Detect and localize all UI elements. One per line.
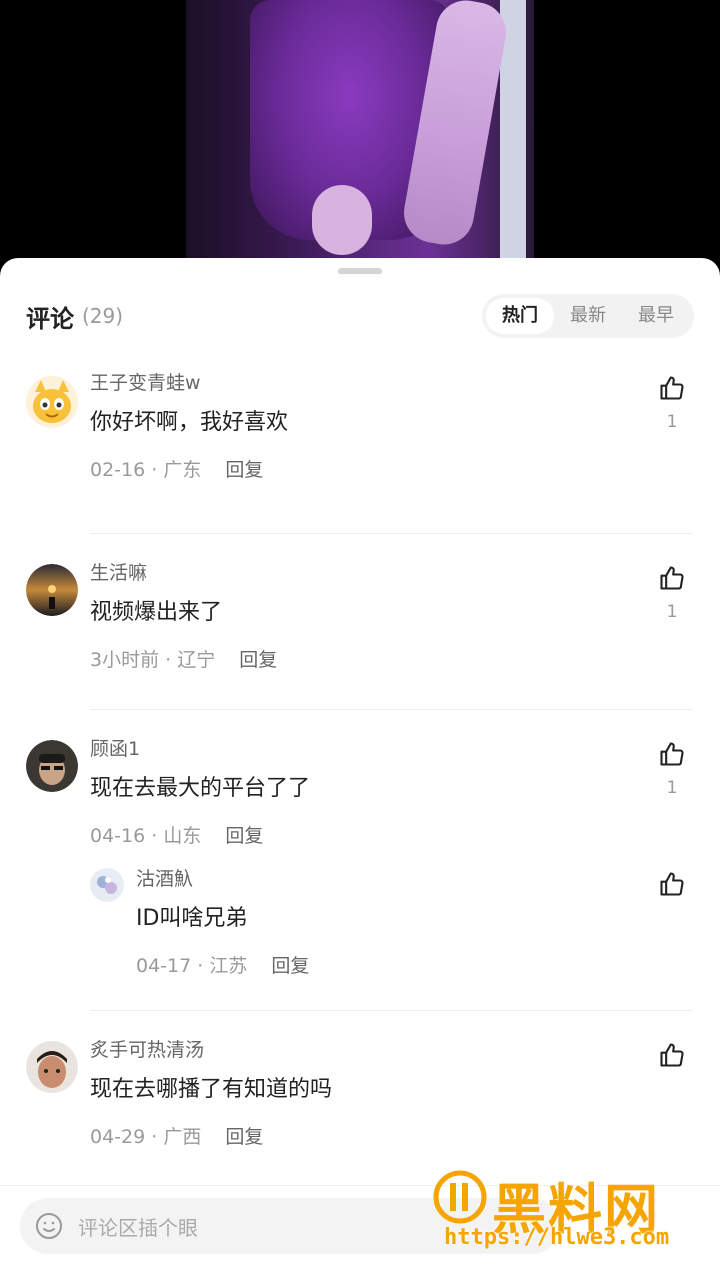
comment-meta: 3小时前 · 辽宁 回复 [90,646,630,674]
sort-switcher: 热门 最新 最早 [482,294,694,338]
comment-text[interactable]: 现在去最大的平台了了 [90,774,630,804]
comments-title: 评论 [26,304,74,333]
comment-item: 炙手可热清汤 现在去哪播了有知道的吗 04-29 · 广西 回复 [0,1011,720,1171]
comment-meta: 04-16 · 山东 回复 [90,822,630,850]
reply-meta: 04-17 · 江苏 回复 [136,952,630,980]
comment-text[interactable]: 视频爆出来了 [90,598,630,628]
comment-list: 王子变青蛙w 你好坏啊，我好喜欢 02-16 · 广东 回复 1 生活嘛 视频爆… [0,368,720,1280]
avatar[interactable] [26,1041,78,1093]
like-count: 1 [666,778,678,798]
comments-count: (29) [82,304,124,328]
like-button[interactable] [652,1041,692,1073]
tab-latest[interactable]: 最新 [554,298,622,334]
reply-button[interactable]: 回复 [225,825,263,847]
reply-button[interactable]: 回复 [225,1126,263,1148]
like-count: 1 [666,412,678,432]
comment-meta: 04-29 · 广西 回复 [90,1123,630,1151]
like-button[interactable]: 1 [652,374,692,432]
tab-hot[interactable]: 热门 [486,298,554,334]
comment-text[interactable]: 你好坏啊，我好喜欢 [90,408,630,438]
comment-username[interactable]: 王子变青蛙w [90,368,630,398]
like-button[interactable] [652,870,692,902]
comment-input-placeholder[interactable]: 评论区插个眼 [78,1212,198,1241]
reply-button[interactable]: 回复 [271,955,309,977]
comments-header: 评论 (29) 热门 最新 最早 [26,294,694,338]
site-watermark: 黑料网 https://hlwe3.com [432,1165,702,1255]
comment-date-location: 02-16 · 广东 [90,459,202,481]
like-button[interactable]: 1 [652,564,692,622]
video-player[interactable] [0,0,720,275]
comment-date-location: 04-29 · 广西 [90,1126,202,1148]
comment-date-location: 04-16 · 山东 [90,825,202,847]
avatar[interactable] [26,740,78,792]
reply-username[interactable]: 沽酒魞 [136,864,630,894]
avatar[interactable] [26,376,78,428]
thumbs-up-icon [660,376,684,400]
comment-date-location: 3小时前 · 辽宁 [90,649,216,671]
avatar[interactable] [26,564,78,616]
avatar[interactable] [90,868,124,902]
watermark-url: https://hlwe3.com [444,1225,670,1250]
reply-text[interactable]: ID叫啥兄弟 [136,904,630,934]
thumbs-up-icon [660,566,684,590]
thumbs-up-icon [660,872,684,896]
reply-date-location: 04-17 · 江苏 [136,955,248,977]
comment-text[interactable]: 现在去哪播了有知道的吗 [90,1075,630,1105]
comment-username[interactable]: 炙手可热清汤 [90,1035,630,1065]
like-count: 1 [666,602,678,622]
tab-earliest[interactable]: 最早 [622,298,690,334]
comment-username[interactable]: 生活嘛 [90,558,630,588]
reply-button[interactable]: 回复 [239,649,277,671]
reply-item: 沽酒魞 ID叫啥兄弟 04-17 · 江苏 回复 [0,858,720,1010]
emoji-icon[interactable] [34,1211,64,1241]
video-subject-hand [312,185,372,255]
sheet-grabber-handle[interactable] [338,268,382,274]
reply-button[interactable]: 回复 [225,459,263,481]
comment-item: 顾函1 现在去最大的平台了了 04-16 · 山东 回复 1 [0,710,720,858]
like-button[interactable]: 1 [652,740,692,798]
comment-meta: 02-16 · 广东 回复 [90,456,630,484]
thumbs-up-icon [660,742,684,766]
watermark-logo-icon [433,1170,487,1224]
thumbs-up-icon [660,1043,684,1067]
comment-item: 王子变青蛙w 你好坏啊，我好喜欢 02-16 · 广东 回复 1 [0,368,720,533]
comment-username[interactable]: 顾函1 [90,734,630,764]
comments-sheet: 评论 (29) 热门 最新 最早 王子变青蛙w 你好坏啊，我好喜欢 02-16 … [0,258,720,1280]
comment-item: 生活嘛 视频爆出来了 3小时前 · 辽宁 回复 1 [0,534,720,709]
